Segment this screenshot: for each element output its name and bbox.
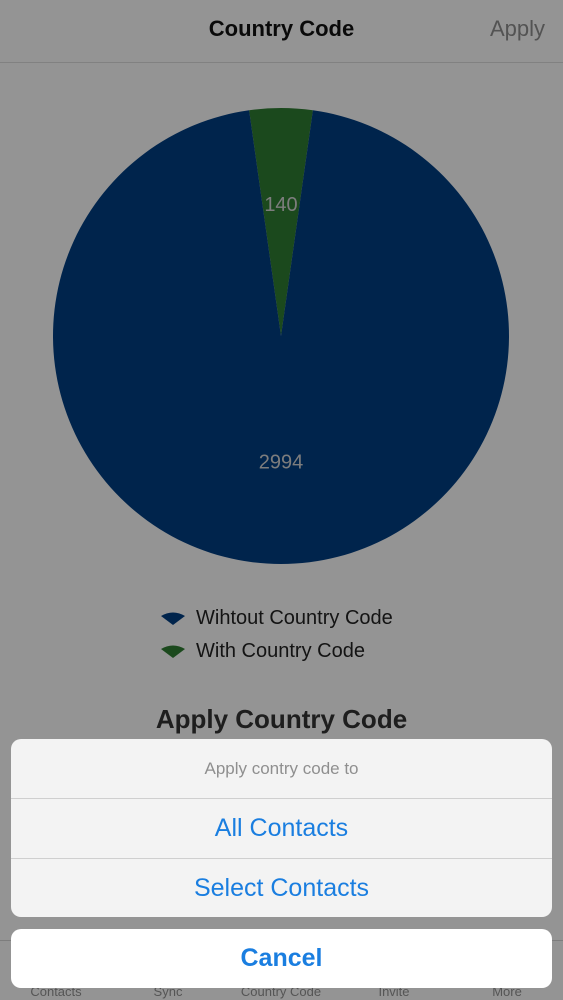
select-contacts-button[interactable]: Select Contacts [11, 859, 552, 917]
all-contacts-button[interactable]: All Contacts [11, 799, 552, 859]
action-sheet: Apply contry code to All Contacts Select… [11, 739, 552, 917]
cancel-button[interactable]: Cancel [11, 929, 552, 988]
action-sheet-title: Apply contry code to [11, 739, 552, 799]
